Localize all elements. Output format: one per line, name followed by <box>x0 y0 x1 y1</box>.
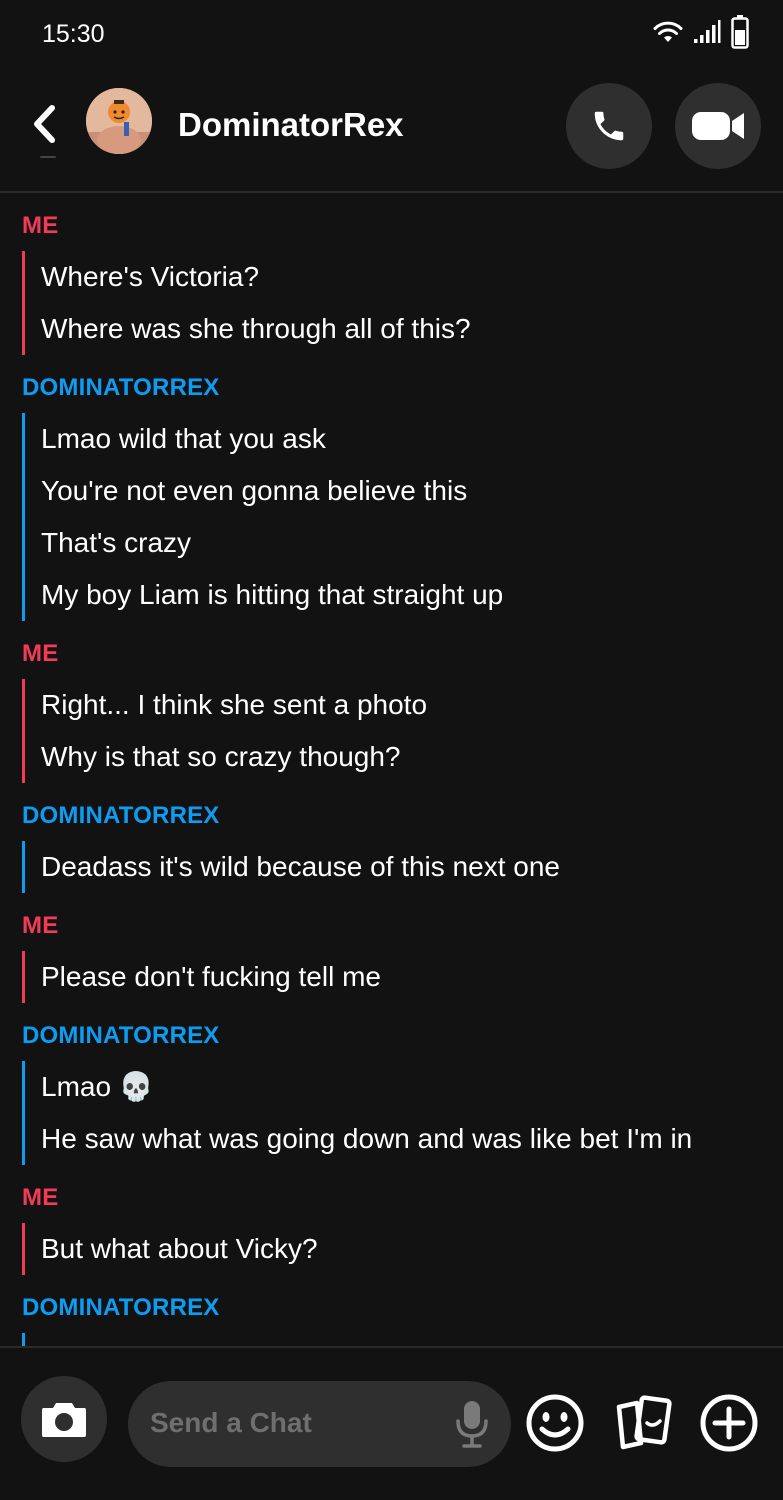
chat-message[interactable]: Deadass it's wild because of this next o… <box>41 841 783 893</box>
video-call-button[interactable] <box>675 83 761 169</box>
message-group-body: Lmao 💀 He saw what was going down and was… <box>22 1061 783 1165</box>
contact-name[interactable]: DominatorRex <box>178 106 404 144</box>
camera-button[interactable] <box>21 1376 107 1462</box>
chat-footer: Send a Chat <box>0 1348 783 1500</box>
sender-name: DOMINATORREX <box>22 1022 220 1049</box>
chat-message[interactable]: Bro said she got pissed and just bounced… <box>41 1333 783 1346</box>
message-group-body: Please don't fucking tell me <box>22 951 783 1003</box>
battery-icon <box>731 15 749 49</box>
cards-button[interactable] <box>612 1392 674 1454</box>
message-group-body: Right... I think she sent a photo Why is … <box>22 679 783 783</box>
sender-name: DOMINATORREX <box>22 802 220 829</box>
sender-name: ME <box>22 212 59 239</box>
chat-message[interactable]: You're not even gonna believe this <box>41 465 783 517</box>
message-group: ME Where's Victoria? Where was she through… <box>0 209 783 355</box>
chat-header: DominatorRex <box>0 66 783 191</box>
smiley-icon <box>526 1394 584 1452</box>
video-camera-icon <box>692 112 744 140</box>
message-group-body: But what about Vicky? <box>22 1223 783 1275</box>
message-group-body: Bro said she got pissed and just bounced… <box>22 1333 783 1346</box>
chat-message[interactable]: That's crazy <box>41 517 783 569</box>
sender-name: ME <box>22 640 59 667</box>
status-icons <box>653 14 749 50</box>
smiley-button[interactable] <box>524 1392 586 1454</box>
back-button[interactable] <box>22 96 66 152</box>
chat-message[interactable]: Right... I think she sent a photo <box>41 679 783 731</box>
message-group: DOMINATORREX Deadass it's wild because of… <box>0 799 783 893</box>
signal-icon <box>694 20 721 43</box>
message-group-body: Deadass it's wild because of this next o… <box>22 841 783 893</box>
wifi-icon <box>653 21 683 42</box>
bitmoji-avatar-icon <box>86 88 152 154</box>
chat-message[interactable]: My boy Liam is hitting that straight up <box>41 569 783 621</box>
message-group-body: Where's Victoria? Where was she through a… <box>22 251 783 355</box>
sender-name: ME <box>22 1184 59 1211</box>
message-group: ME Please don't fucking tell me <box>0 909 783 1003</box>
chat-message[interactable]: He saw what was going down and was like … <box>41 1113 783 1165</box>
header-indicator <box>40 156 56 158</box>
phone-icon <box>594 111 624 141</box>
message-group: DOMINATORREX Lmao 💀 He saw what was going … <box>0 1019 783 1165</box>
camera-icon <box>42 1403 86 1437</box>
microphone-icon[interactable] <box>455 1399 489 1449</box>
status-time: 15:30 <box>42 20 105 48</box>
cards-icon <box>616 1395 672 1450</box>
message-group: ME Right... I think she sent a photo Why i… <box>0 637 783 783</box>
chat-input[interactable]: Send a Chat <box>128 1381 511 1467</box>
chevron-left-icon <box>34 105 55 143</box>
chat-message[interactable]: Lmao 💀 <box>41 1061 783 1113</box>
sender-name: ME <box>22 912 59 939</box>
message-group: DOMINATORREX Bro said she got pissed and … <box>0 1291 783 1346</box>
chat-message[interactable]: Lmao wild that you ask <box>41 413 783 465</box>
plus-button[interactable] <box>698 1392 760 1454</box>
chat-message[interactable]: Why is that so crazy though? <box>41 731 783 783</box>
message-group: ME But what about Vicky? <box>0 1181 783 1275</box>
avatar[interactable] <box>86 88 152 154</box>
chat-message[interactable]: Where's Victoria? <box>41 251 783 303</box>
message-group-body: Lmao wild that you ask You're not even go… <box>22 413 783 621</box>
chat-message[interactable]: Please don't fucking tell me <box>41 951 783 1003</box>
status-bar: 15:30 <box>0 0 783 66</box>
plus-circle-icon <box>700 1394 758 1452</box>
chat-message[interactable]: But what about Vicky? <box>41 1223 783 1275</box>
sender-name: DOMINATORREX <box>22 374 220 401</box>
call-button[interactable] <box>566 83 652 169</box>
chat-message[interactable]: Where was she through all of this? <box>41 303 783 355</box>
sender-name: DOMINATORREX <box>22 1294 220 1321</box>
chat-messages[interactable]: ME Where's Victoria? Where was she through… <box>0 193 783 1346</box>
chat-input-placeholder: Send a Chat <box>150 1407 312 1438</box>
message-group: DOMINATORREX Lmao wild that you ask You're… <box>0 371 783 621</box>
